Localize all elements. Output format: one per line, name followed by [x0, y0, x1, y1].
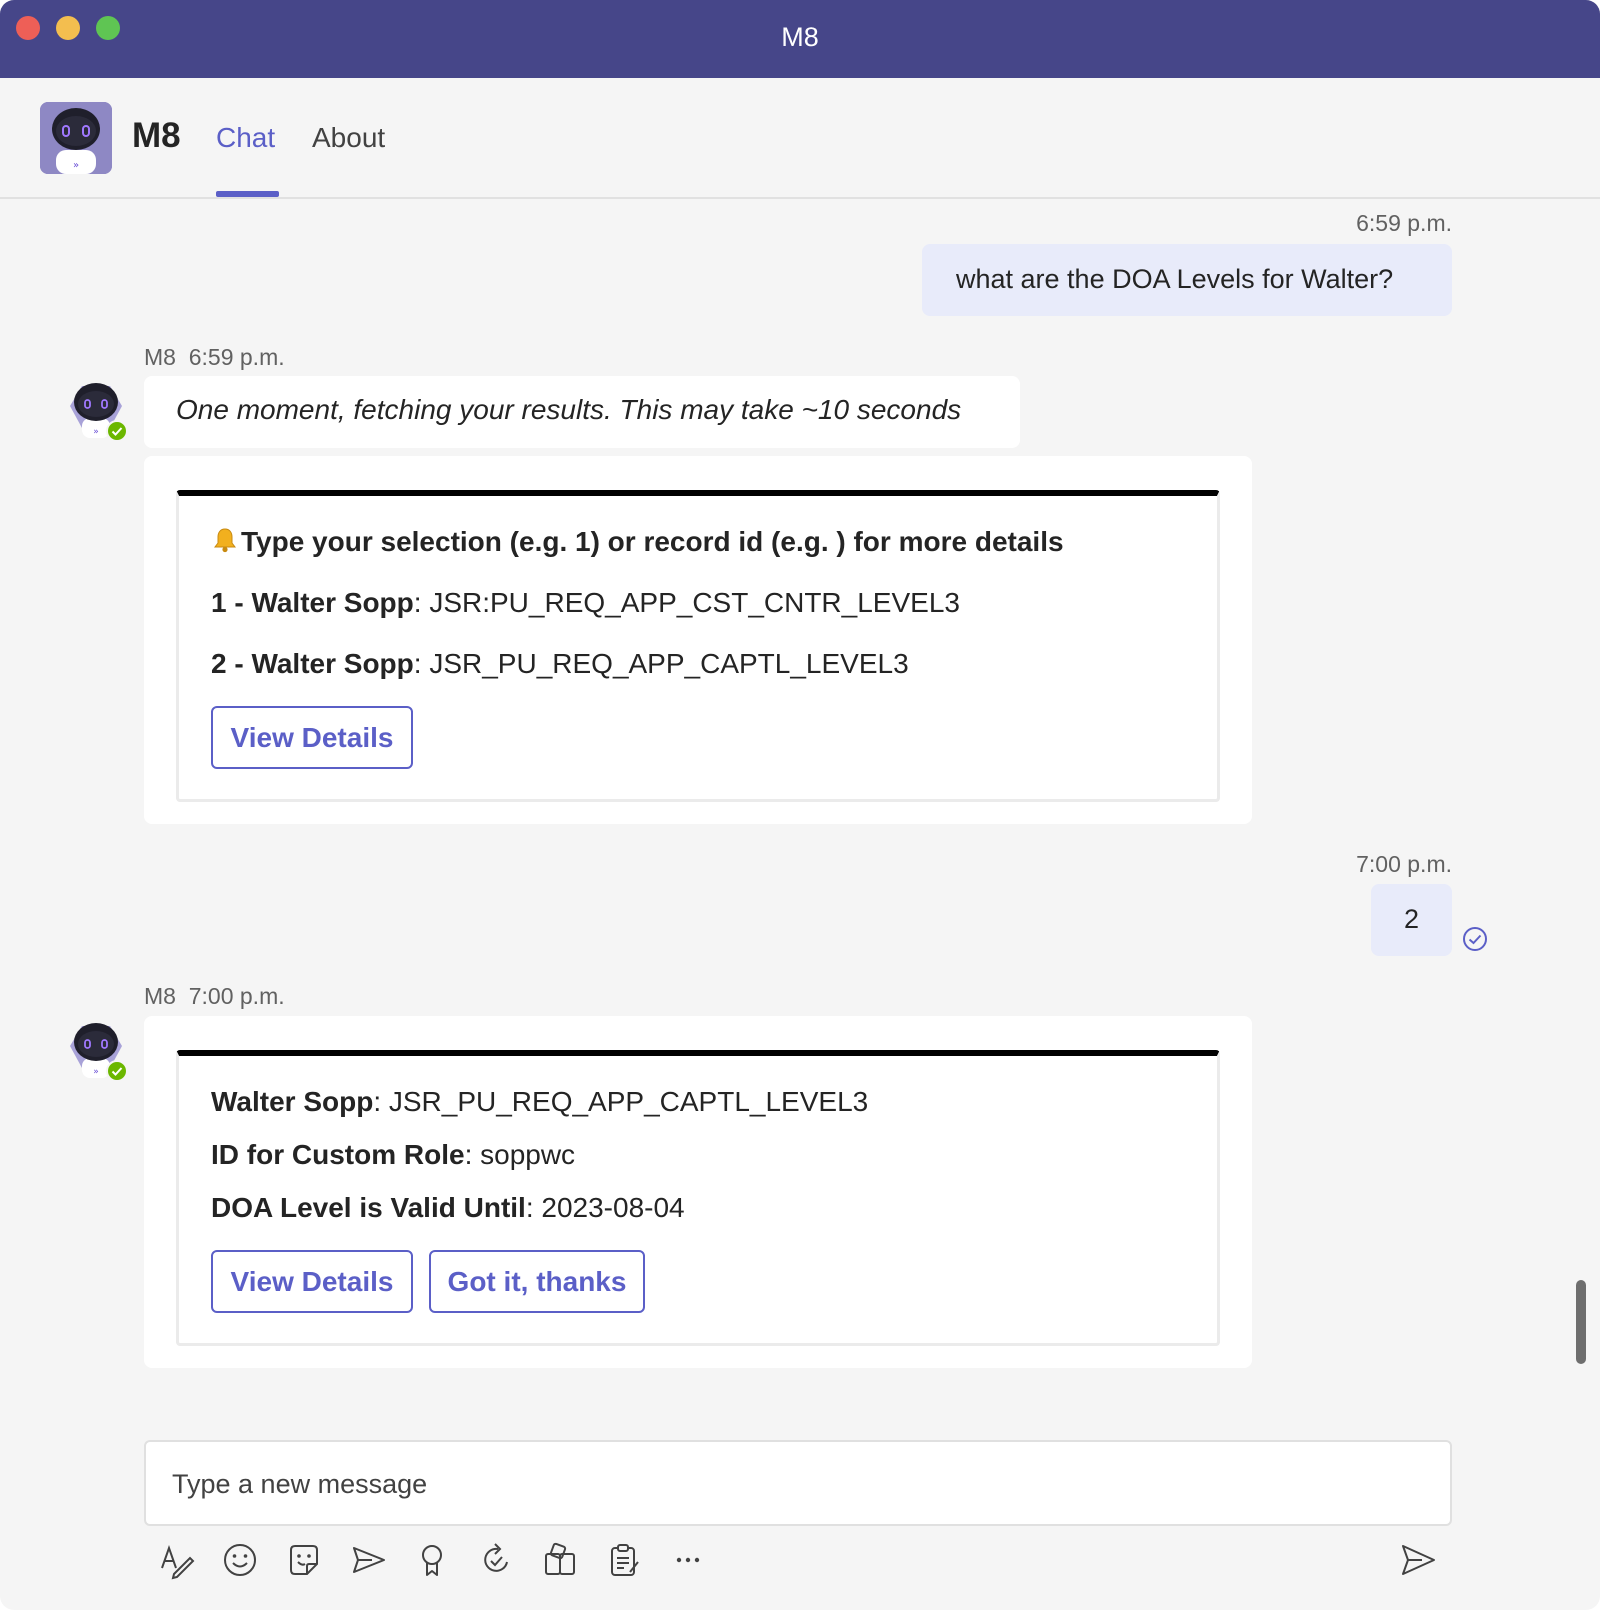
selection-item-value: : JSR_PU_REQ_APP_CAPTL_LEVEL3 — [413, 648, 909, 679]
clipboard-icon[interactable] — [604, 1540, 644, 1580]
bell-icon — [211, 526, 241, 561]
card-field-label: Walter Sopp — [211, 1086, 374, 1117]
presence-available-icon — [106, 420, 128, 442]
got-it-thanks-button[interactable]: Got it, thanks — [429, 1250, 645, 1313]
send-icon[interactable] — [1398, 1540, 1438, 1580]
message-timestamp: 7:00 p.m. — [188, 983, 285, 1009]
tab-chat[interactable]: Chat — [216, 122, 275, 154]
window-title: M8 — [781, 22, 819, 52]
selection-item-label: 1 - Walter Sopp — [211, 587, 414, 618]
selection-item-label: 2 - Walter Sopp — [211, 648, 414, 679]
view-details-button[interactable]: View Details — [211, 1250, 413, 1313]
message-timestamp: 6:59 p.m. — [188, 344, 285, 370]
presence-available-icon — [106, 1060, 128, 1082]
card-field-value: : 2023-08-04 — [525, 1192, 685, 1223]
sender-name: M8 — [144, 344, 176, 370]
schedule-send-icon[interactable] — [348, 1540, 388, 1580]
incoming-message[interactable]: One moment, fetching your results. This … — [144, 376, 1020, 448]
app-header: » M8 Chat About — [0, 78, 1600, 199]
card-field: DOA Level is Valid Until: 2023-08-04 — [211, 1192, 685, 1224]
card-heading: Type your selection (e.g. 1) or record i… — [211, 526, 1064, 561]
selection-item-value: : JSR:PU_REQ_APP_CST_CNTR_LEVEL3 — [413, 587, 960, 618]
svg-text:»: » — [73, 160, 79, 171]
adaptive-card-container: Walter Sopp: JSR_PU_REQ_APP_CAPTL_LEVEL3… — [144, 1016, 1252, 1368]
apps-icon[interactable] — [540, 1540, 580, 1580]
message-text: One moment, fetching your results. This … — [176, 394, 962, 425]
card-field-label: DOA Level is Valid Until — [211, 1192, 526, 1223]
message-timestamp: 6:59 p.m. — [1356, 210, 1452, 236]
app-window: M8 » M8 Chat About 6:59 p.m. what are th… — [0, 0, 1600, 1610]
svg-text:»: » — [93, 427, 99, 437]
emoji-icon[interactable] — [220, 1540, 260, 1580]
more-icon[interactable] — [668, 1540, 708, 1580]
read-receipt-icon — [1462, 926, 1488, 952]
scrollbar-thumb[interactable] — [1576, 1280, 1586, 1364]
bot-avatar: » — [62, 380, 130, 442]
praise-icon[interactable] — [412, 1540, 452, 1580]
message-meta: M8 7:00 p.m. — [144, 983, 285, 1010]
message-timestamp: 7:00 p.m. — [1356, 851, 1452, 877]
sticker-icon[interactable] — [284, 1540, 324, 1580]
compose-box — [144, 1440, 1452, 1526]
selection-item: 2 - Walter Sopp: JSR_PU_REQ_APP_CAPTL_LE… — [211, 648, 909, 680]
tab-about[interactable]: About — [312, 122, 385, 154]
card-field-value: : soppwc — [464, 1139, 576, 1170]
card-field: ID for Custom Role: soppwc — [211, 1139, 575, 1171]
adaptive-card: Walter Sopp: JSR_PU_REQ_APP_CAPTL_LEVEL3… — [176, 1050, 1220, 1346]
sender-name: M8 — [144, 983, 176, 1009]
card-field: Walter Sopp: JSR_PU_REQ_APP_CAPTL_LEVEL3 — [211, 1086, 868, 1118]
card-field-label: ID for Custom Role — [211, 1139, 465, 1170]
message-meta: M8 6:59 p.m. — [144, 344, 285, 371]
outgoing-message[interactable]: 2 — [1371, 884, 1452, 956]
card-field-value: : JSR_PU_REQ_APP_CAPTL_LEVEL3 — [373, 1086, 869, 1117]
card-heading-text: Type your selection (e.g. 1) or record i… — [241, 526, 1064, 557]
outgoing-message[interactable]: what are the DOA Levels for Walter? — [922, 244, 1452, 316]
bot-avatar: » — [62, 1020, 130, 1082]
format-icon[interactable] — [156, 1540, 196, 1580]
title-bar: M8 — [0, 0, 1600, 78]
svg-text:»: » — [93, 1067, 99, 1077]
loop-icon[interactable] — [476, 1540, 516, 1580]
view-details-button[interactable]: View Details — [211, 706, 413, 769]
message-input[interactable] — [172, 1464, 1372, 1504]
adaptive-card: Type your selection (e.g. 1) or record i… — [176, 490, 1220, 802]
adaptive-card-container: Type your selection (e.g. 1) or record i… — [144, 456, 1252, 824]
app-name: M8 — [132, 116, 181, 155]
message-text: 2 — [1403, 904, 1420, 934]
selection-item: 1 - Walter Sopp: JSR:PU_REQ_APP_CST_CNTR… — [211, 587, 960, 619]
bot-logo-icon: » — [40, 102, 112, 174]
message-text: what are the DOA Levels for Walter? — [956, 264, 1394, 294]
active-tab-indicator — [216, 191, 279, 197]
